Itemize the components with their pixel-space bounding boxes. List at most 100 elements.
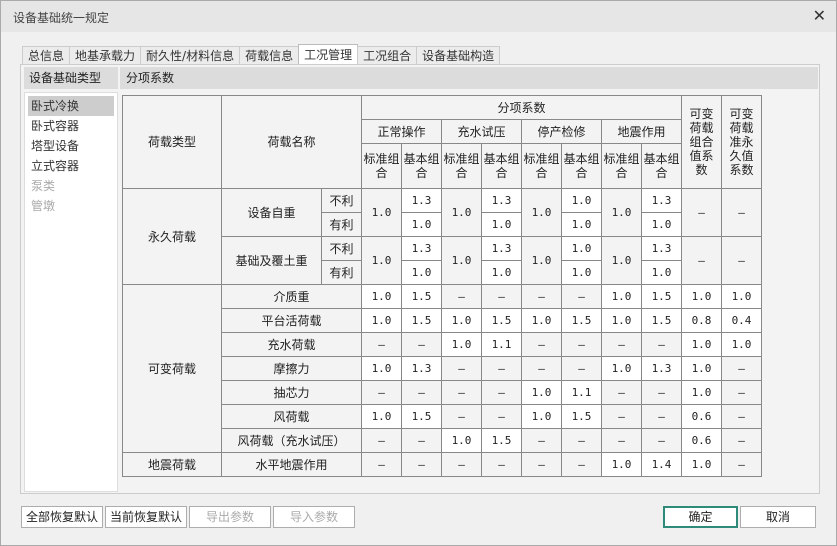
coefficient-value[interactable]: 0.4	[721, 308, 762, 333]
coefficient-value: –	[521, 452, 562, 477]
coefficient-value: –	[641, 404, 682, 429]
coefficient-value[interactable]: 0.6	[681, 404, 722, 429]
basic-favorable-value[interactable]: 1.0	[641, 260, 682, 285]
tab-3[interactable]: 荷载信息	[239, 46, 300, 65]
export-params-button[interactable]: 导出参数	[189, 506, 271, 528]
restore-current-default-button[interactable]: 当前恢复默认	[105, 506, 187, 528]
coefficient-value[interactable]: 1.0	[521, 380, 562, 405]
basic-favorable-value[interactable]: 1.0	[401, 260, 442, 285]
coefficient-value[interactable]: 1.0	[681, 356, 722, 381]
tab-0[interactable]: 总信息	[22, 46, 71, 65]
coefficient-value[interactable]: 1.0	[601, 356, 642, 381]
basic-unfavorable-value[interactable]: 1.3	[401, 236, 442, 261]
standard-value[interactable]: 1.0	[601, 188, 642, 237]
coefficient-value[interactable]: 0.8	[681, 308, 722, 333]
standard-value[interactable]: 1.0	[361, 236, 402, 285]
header-basic-combination: 基本组合	[561, 143, 602, 189]
basic-unfavorable-value[interactable]: 1.3	[641, 188, 682, 213]
coefficient-value[interactable]: 1.5	[401, 404, 442, 429]
coefficient-value[interactable]: 1.1	[481, 332, 522, 357]
ok-button[interactable]: 确定	[663, 506, 738, 528]
coefficient-value: –	[721, 404, 762, 429]
coefficient-value[interactable]: 1.0	[441, 428, 482, 453]
coefficient-value[interactable]: 1.1	[561, 380, 602, 405]
coefficient-value[interactable]: 1.0	[361, 284, 402, 309]
coefficient-value[interactable]: 1.5	[401, 308, 442, 333]
coefficient-value: –	[521, 356, 562, 381]
basic-favorable-value[interactable]: 1.0	[481, 260, 522, 285]
cancel-button[interactable]: 取消	[740, 506, 816, 528]
coefficient-value[interactable]: 1.0	[601, 308, 642, 333]
restore-all-default-button[interactable]: 全部恢复默认	[21, 506, 103, 528]
coefficient-value[interactable]: 1.0	[681, 332, 722, 357]
coefficient-value[interactable]: 1.0	[721, 284, 762, 309]
coefficient-value[interactable]: 1.3	[641, 356, 682, 381]
coefficient-value: –	[601, 428, 642, 453]
standard-value[interactable]: 1.0	[521, 236, 562, 285]
header-case: 停产检修	[521, 119, 602, 144]
coefficient-value[interactable]: 1.4	[641, 452, 682, 477]
close-icon[interactable]: ✕	[813, 6, 826, 25]
basic-favorable-value[interactable]: 1.0	[481, 212, 522, 237]
coefficient-value[interactable]: 1.5	[641, 284, 682, 309]
equipment-type-item[interactable]: 泵类	[28, 176, 114, 196]
basic-unfavorable-value[interactable]: 1.3	[481, 188, 522, 213]
equipment-type-item[interactable]: 卧式冷换	[28, 96, 114, 116]
basic-unfavorable-value[interactable]: 1.3	[481, 236, 522, 261]
basic-unfavorable-value[interactable]: 1.0	[561, 236, 602, 261]
coefficient-value[interactable]: 1.0	[681, 452, 722, 477]
coefficient-value[interactable]: 1.0	[441, 332, 482, 357]
basic-unfavorable-value[interactable]: 1.3	[401, 188, 442, 213]
coefficient-value[interactable]: 1.0	[601, 452, 642, 477]
coefficient-value: –	[721, 452, 762, 477]
standard-value[interactable]: 1.0	[361, 188, 402, 237]
coefficient-value[interactable]: 1.0	[361, 356, 402, 381]
equipment-type-item[interactable]: 立式容器	[28, 156, 114, 176]
coefficient-value[interactable]: 1.5	[641, 308, 682, 333]
coefficient-value[interactable]: 1.5	[481, 308, 522, 333]
coefficient-value[interactable]: 1.0	[601, 284, 642, 309]
load-name: 基础及覆土重	[221, 236, 322, 285]
coefficient-value[interactable]: 1.5	[481, 428, 522, 453]
equipment-type-item[interactable]: 卧式容器	[28, 116, 114, 136]
basic-unfavorable-value[interactable]: 1.0	[561, 188, 602, 213]
standard-value[interactable]: 1.0	[441, 236, 482, 285]
coefficient-value[interactable]: 1.0	[361, 308, 402, 333]
tab-1[interactable]: 地基承载力	[69, 46, 142, 65]
coefficient-value[interactable]: 1.0	[721, 332, 762, 357]
header-standard-combination: 标准组合	[441, 143, 482, 189]
header-case: 地震作用	[601, 119, 682, 144]
standard-value[interactable]: 1.0	[601, 236, 642, 285]
coefficient-value[interactable]: 1.0	[681, 380, 722, 405]
standard-value[interactable]: 1.0	[441, 188, 482, 237]
basic-favorable-value[interactable]: 1.0	[561, 260, 602, 285]
basic-favorable-value[interactable]: 1.0	[641, 212, 682, 237]
basic-favorable-value[interactable]: 1.0	[401, 212, 442, 237]
coefficient-value[interactable]: 0.6	[681, 428, 722, 453]
load-type-seismic: 地震荷载	[122, 452, 222, 477]
equipment-type-item[interactable]: 管墩	[28, 196, 114, 216]
coefficient-value[interactable]: 1.5	[561, 308, 602, 333]
content-panel: 设备基础类型 分项系数 卧式冷换 卧式容器 塔型设备 立式容器 泵类 管墩 荷载类型 荷载名…	[20, 64, 820, 494]
coefficient-value[interactable]: 1.0	[521, 404, 562, 429]
tab-4[interactable]: 工况管理	[298, 44, 359, 65]
coefficient-value[interactable]: 1.5	[401, 284, 442, 309]
coefficient-value[interactable]: 1.3	[401, 356, 442, 381]
coefficient-value[interactable]: 1.0	[521, 308, 562, 333]
coefficient-value[interactable]: 1.0	[441, 308, 482, 333]
basic-unfavorable-value[interactable]: 1.3	[641, 236, 682, 261]
coefficient-value: –	[601, 380, 642, 405]
equipment-type-item[interactable]: 塔型设备	[28, 136, 114, 156]
standard-value[interactable]: 1.0	[521, 188, 562, 237]
basic-favorable-value[interactable]: 1.0	[561, 212, 602, 237]
coefficient-value[interactable]: 1.0	[361, 404, 402, 429]
import-params-button[interactable]: 导入参数	[273, 506, 355, 528]
tab-6[interactable]: 设备基础构造	[416, 46, 501, 65]
coefficient-value: –	[481, 356, 522, 381]
coefficient-value[interactable]: 1.0	[681, 284, 722, 309]
header-load-type: 荷载类型	[122, 95, 222, 189]
tab-5[interactable]: 工况组合	[357, 46, 418, 65]
coefficient-value[interactable]: 1.5	[561, 404, 602, 429]
tab-2[interactable]: 耐久性/材料信息	[140, 46, 241, 65]
coefficient-value: –	[361, 428, 402, 453]
